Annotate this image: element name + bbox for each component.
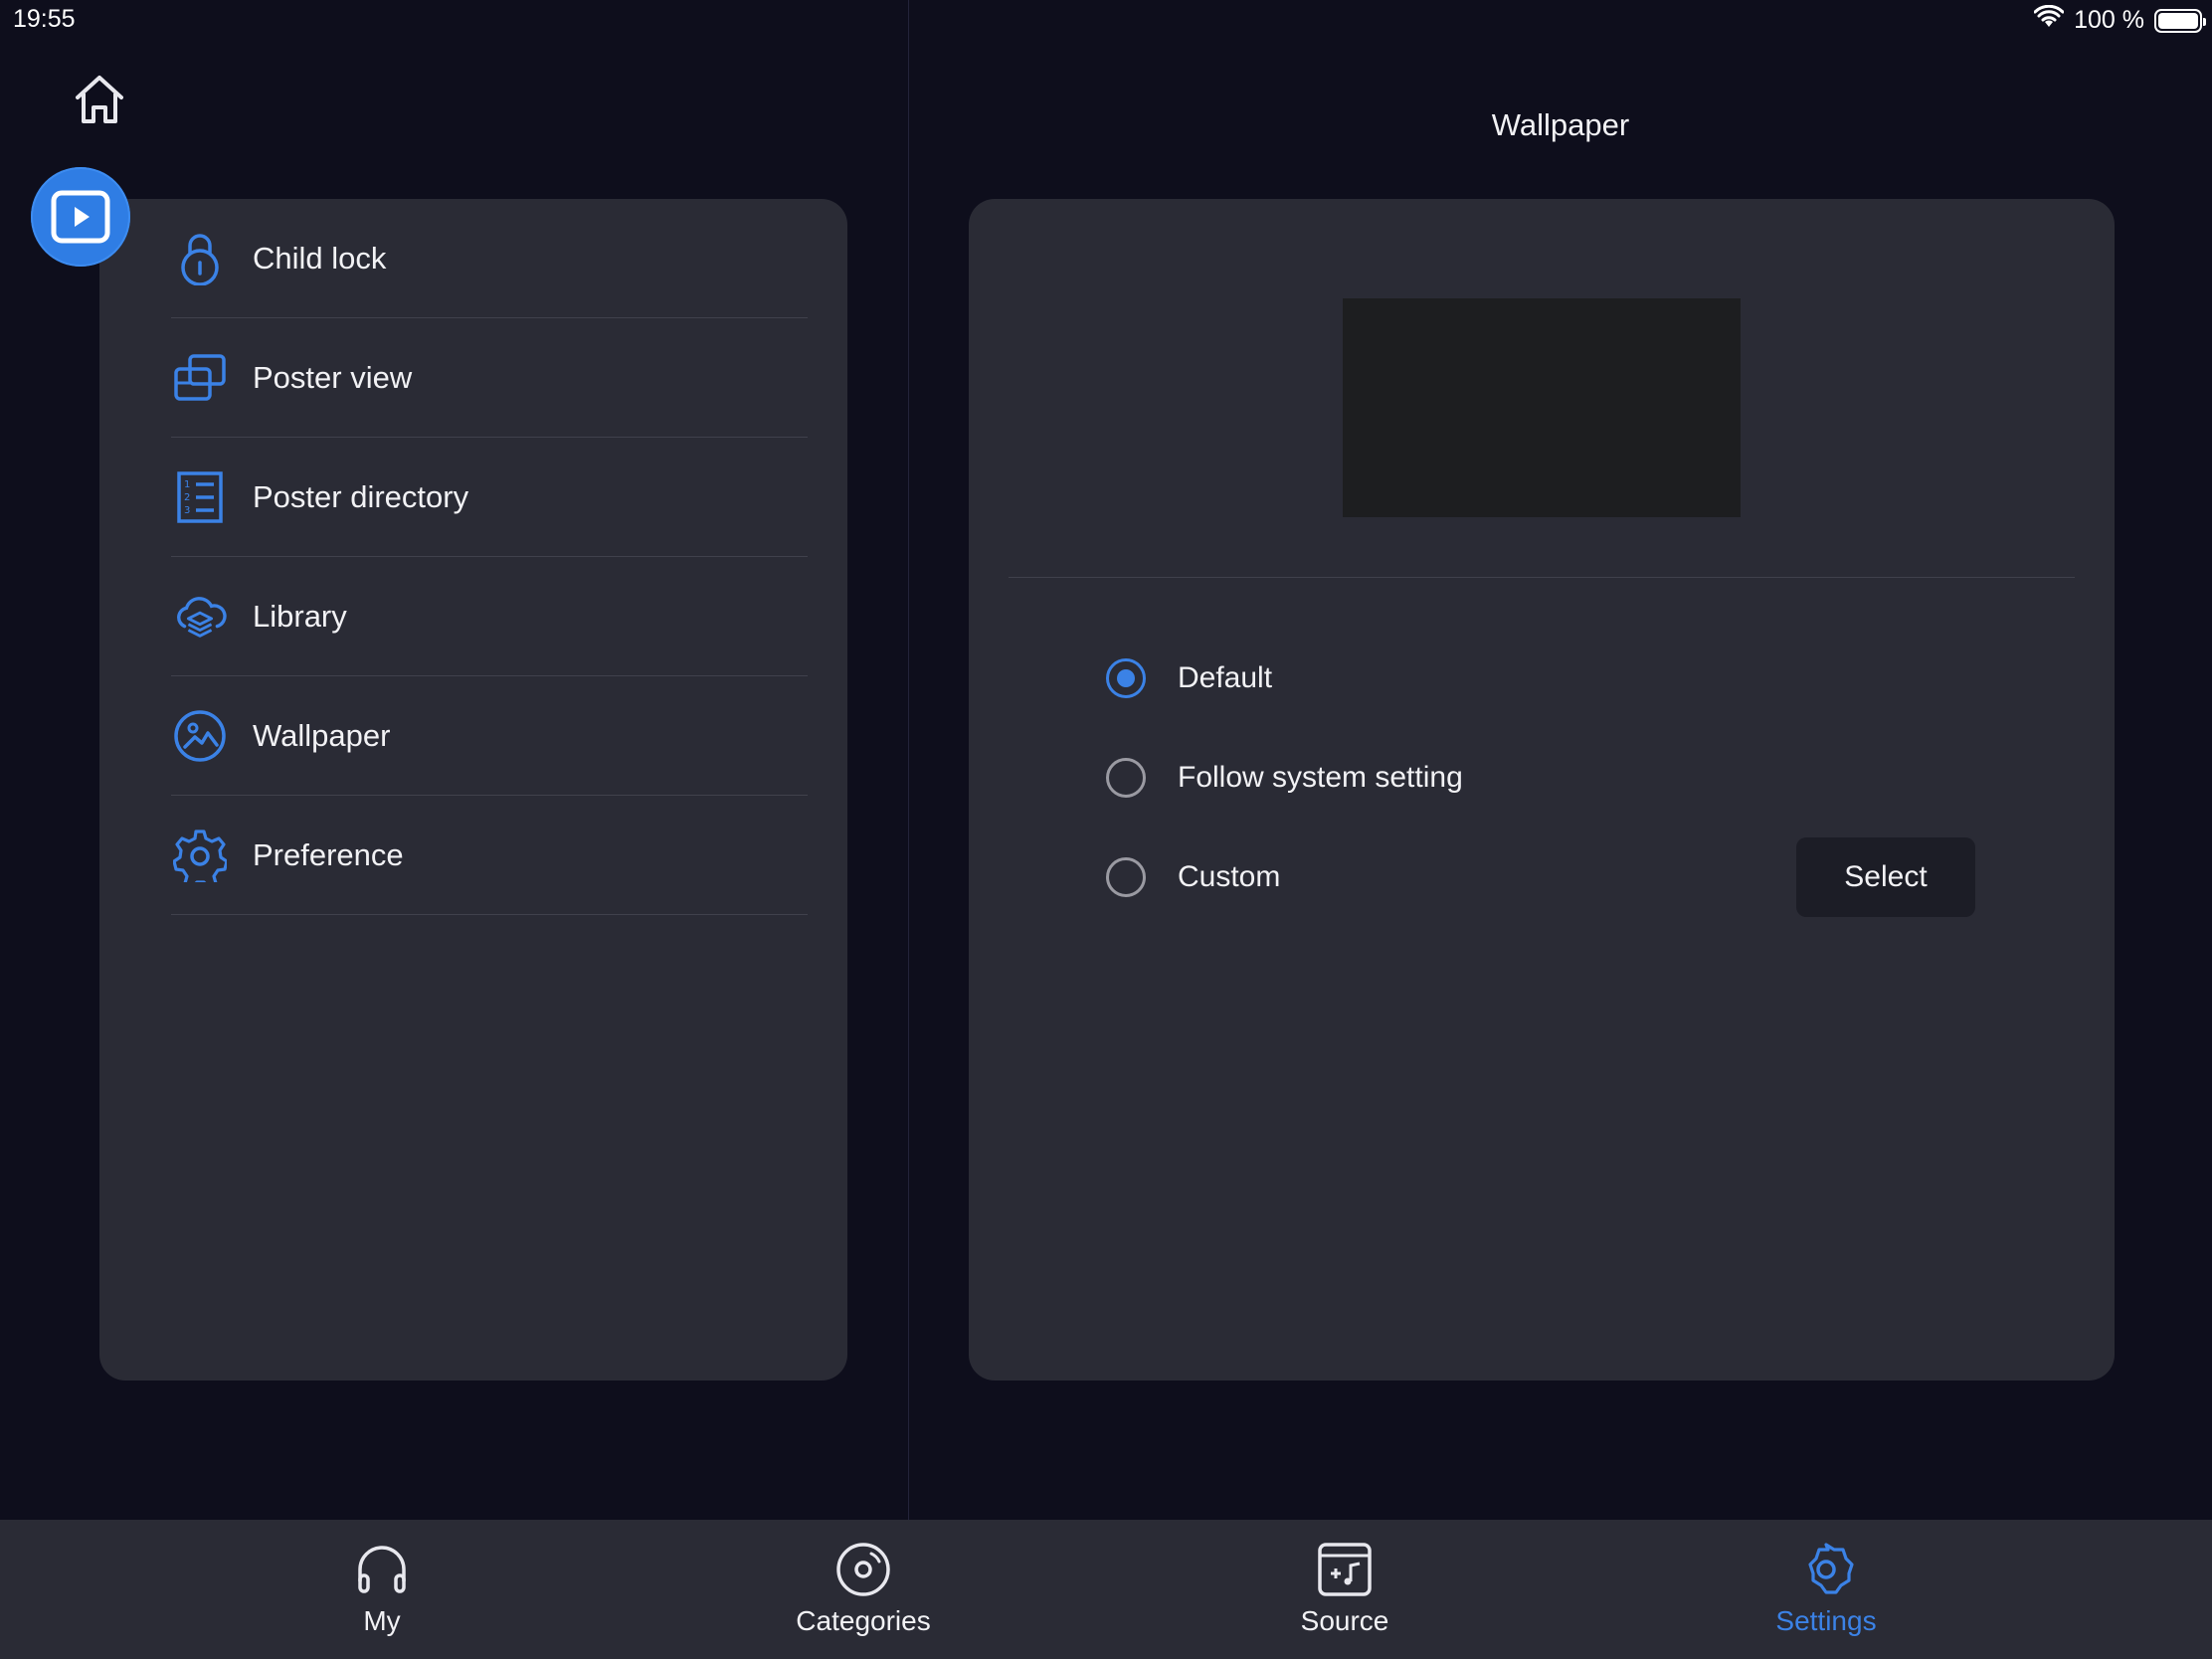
menu-item-label: Library <box>253 598 347 634</box>
split-divider <box>908 0 909 1520</box>
menu-item-label: Child lock <box>253 240 387 276</box>
radio-button[interactable] <box>1106 857 1146 897</box>
poster-view-icon <box>173 351 227 405</box>
wallpaper-preview <box>1343 298 1741 517</box>
settings-menu-panel: Child lock Poster view 1 2 3 Poster dire… <box>99 199 847 1381</box>
status-indicators: 100 % <box>2033 4 2206 36</box>
status-bar: 19:55 100 % <box>0 0 2212 40</box>
tab-label: My <box>363 1605 401 1636</box>
menu-item-poster-view[interactable]: Poster view <box>171 318 808 438</box>
lock-icon <box>173 232 227 285</box>
tab-categories[interactable]: Categories <box>623 1520 1104 1637</box>
tab-source[interactable]: Source <box>1104 1520 1585 1637</box>
menu-item-label: Poster view <box>253 359 413 395</box>
select-wallpaper-button[interactable]: Select <box>1796 837 1975 917</box>
option-label: Default <box>1178 661 1273 694</box>
wallpaper-detail-panel: Default Follow system setting Custom Sel… <box>969 199 2115 1381</box>
option-custom[interactable]: Custom <box>1106 847 1280 907</box>
option-label: Custom <box>1178 860 1281 893</box>
home-icon <box>76 76 123 123</box>
menu-item-preference[interactable]: Preference <box>171 796 808 915</box>
svg-text:1: 1 <box>184 479 190 490</box>
option-label: Follow system setting <box>1178 761 1463 794</box>
floating-player-button[interactable] <box>31 167 130 267</box>
gear-icon <box>173 829 227 882</box>
menu-item-library[interactable]: Library <box>171 557 808 676</box>
menu-item-label: Poster directory <box>253 478 469 514</box>
menu-item-label: Preference <box>253 836 404 872</box>
image-icon <box>173 709 227 763</box>
status-time: 19:55 <box>13 5 76 33</box>
radio-button[interactable] <box>1106 758 1146 798</box>
page-title: Wallpaper <box>1491 107 1630 142</box>
tab-label: Settings <box>1775 1605 1877 1636</box>
battery-icon <box>2154 8 2206 33</box>
settings-menu: Child lock Poster view 1 2 3 Poster dire… <box>99 199 847 915</box>
svg-text:2: 2 <box>184 492 190 503</box>
headphones-icon <box>352 1540 412 1599</box>
divider <box>1009 577 2075 578</box>
radio-button[interactable] <box>1106 658 1146 698</box>
play-box-icon <box>51 190 110 244</box>
wifi-icon <box>2033 4 2065 36</box>
menu-item-label: Wallpaper <box>253 717 391 753</box>
menu-item-wallpaper[interactable]: Wallpaper <box>171 676 808 796</box>
menu-item-poster-directory[interactable]: 1 2 3 Poster directory <box>171 438 808 557</box>
tab-my[interactable]: My <box>141 1520 623 1637</box>
tab-bar: My Categories Source Settings <box>0 1520 2212 1659</box>
gear-icon <box>1796 1540 1856 1599</box>
tab-settings[interactable]: Settings <box>1585 1520 2067 1637</box>
battery-percent: 100 % <box>2074 6 2144 34</box>
option-default[interactable]: Default <box>1106 648 1272 708</box>
tab-label: Source <box>1300 1605 1389 1636</box>
music-box-icon <box>1315 1540 1375 1599</box>
disc-icon <box>833 1540 893 1599</box>
cloud-layers-icon <box>173 590 227 644</box>
svg-text:3: 3 <box>184 505 190 516</box>
list-icon: 1 2 3 <box>173 470 227 524</box>
tab-label: Categories <box>796 1605 931 1636</box>
menu-item-child-lock[interactable]: Child lock <box>171 199 808 318</box>
option-follow-system[interactable]: Follow system setting <box>1106 748 1463 808</box>
home-button[interactable] <box>70 72 129 127</box>
